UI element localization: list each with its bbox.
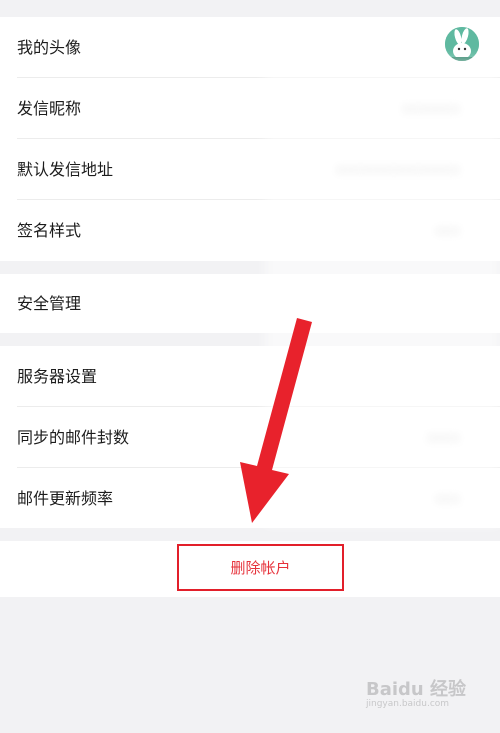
watermark-logo-text: Baidu 经验 — [366, 679, 467, 700]
baidu-watermark: Baidu 经验 jingyan.baidu.com — [366, 675, 476, 717]
annotation-arrow-icon — [240, 318, 312, 523]
email-account-settings-screen: 我的头像 发信昵称 xxxxxxx 默认发信地址 xxxxxxxxxx — [0, 0, 500, 733]
watermark-url-text: jingyan.baidu.com — [366, 699, 450, 709]
